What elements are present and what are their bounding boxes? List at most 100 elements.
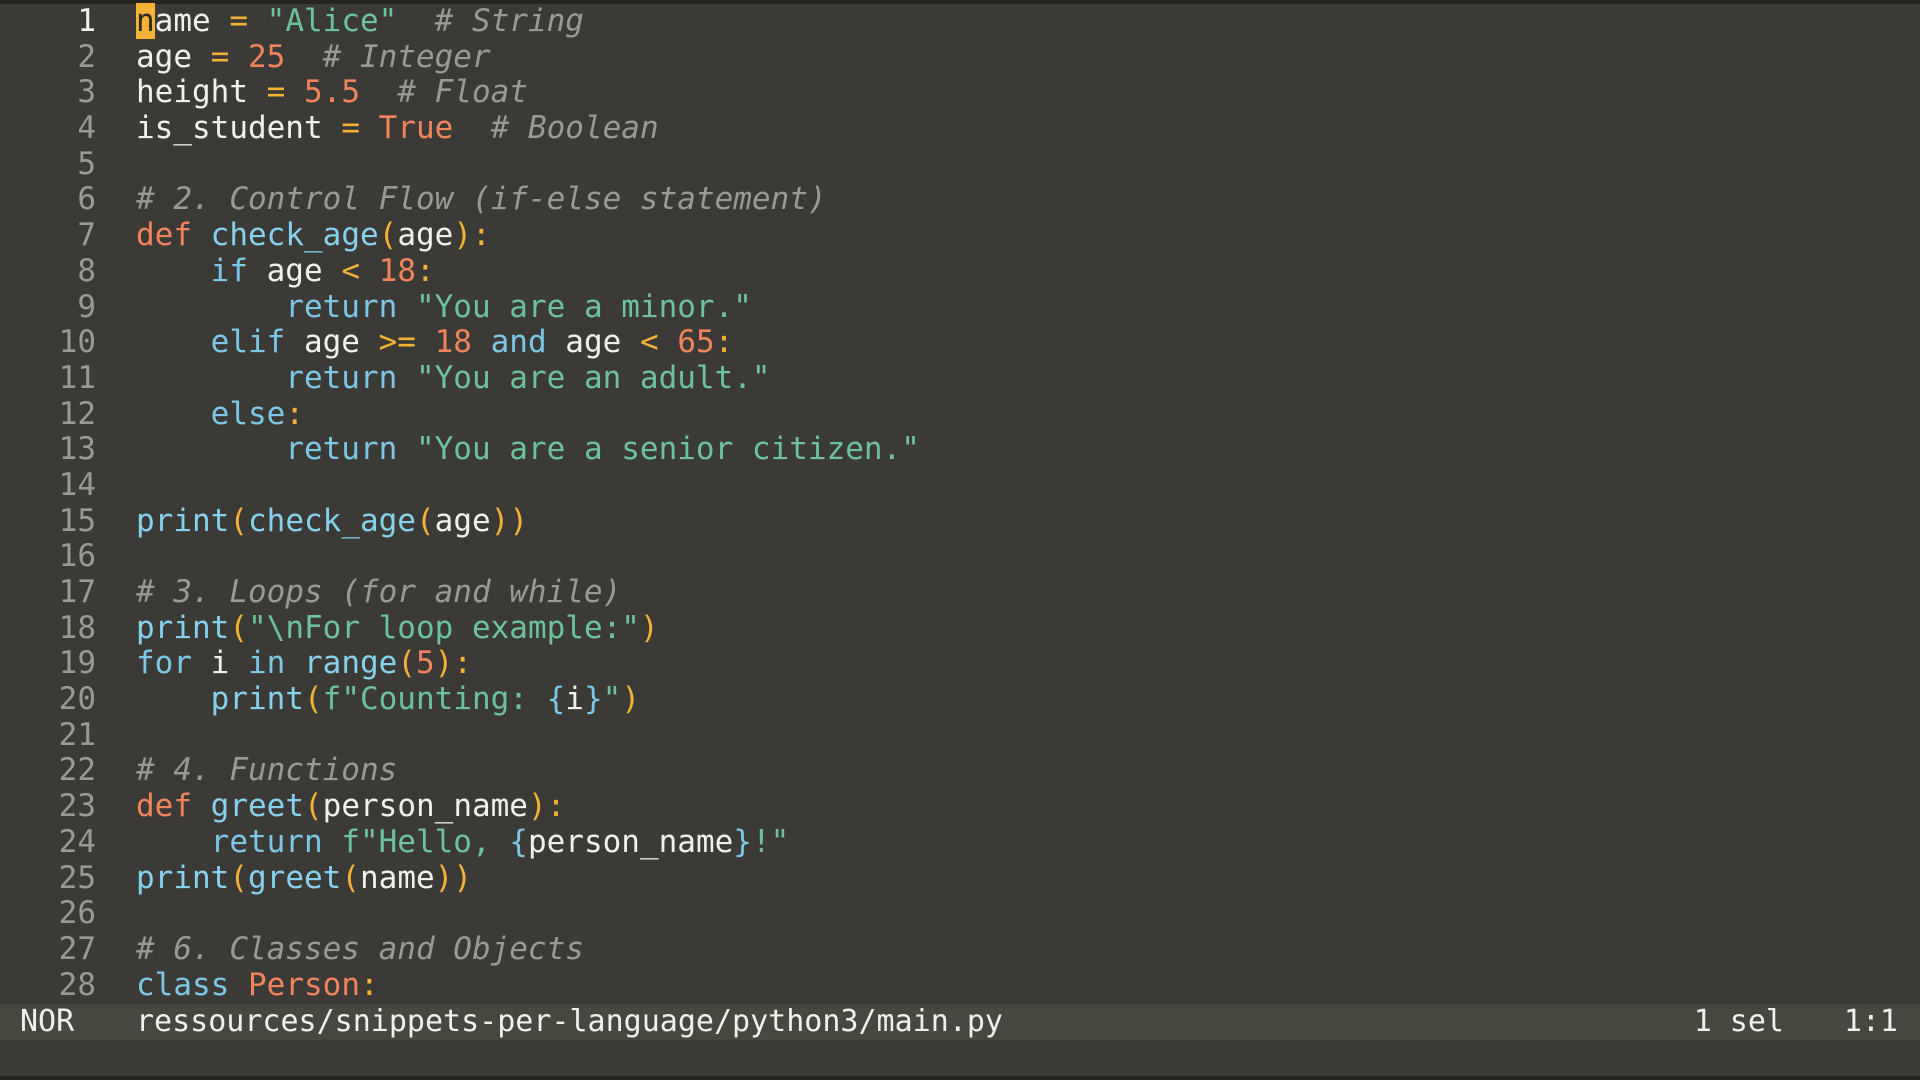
code-token: is_student xyxy=(136,110,342,147)
line-number: 26 xyxy=(58,895,96,932)
code-token: "You are a minor." xyxy=(415,288,752,325)
code-line[interactable]: # 4. Functions xyxy=(136,753,1920,789)
code-token: ( xyxy=(303,681,323,718)
line-number: 5 xyxy=(77,145,96,182)
code-token: def xyxy=(136,217,192,254)
code-token: age xyxy=(434,502,491,539)
line-number: 21 xyxy=(58,716,96,753)
code-token: age xyxy=(285,324,379,361)
code-line[interactable]: elif age >= 18 and age < 65: xyxy=(136,324,1920,361)
code-line[interactable]: def greet(person_name): xyxy=(136,788,1920,825)
code-line[interactable]: name = "Alice" # String xyxy=(136,3,1920,40)
code-line[interactable]: # 6. Classes and Objects xyxy=(136,931,1920,968)
code-token: check_age xyxy=(210,217,379,254)
line-number: 15 xyxy=(58,502,96,539)
code-line[interactable]: return "You are a minor." xyxy=(136,288,1920,326)
line-number: 4 xyxy=(77,110,96,147)
code-token: 18 xyxy=(378,252,416,289)
code-line[interactable]: print(f"Counting: {i}") xyxy=(136,681,1920,718)
code-token: = xyxy=(341,110,360,147)
code-token: f"Hello, xyxy=(341,823,510,860)
code-line[interactable]: class Person: xyxy=(136,966,1920,1004)
code-line[interactable]: return f"Hello, {person_name}!" xyxy=(136,823,1920,861)
code-token: person_name xyxy=(527,823,734,860)
code-line[interactable]: age = 25 # Integer xyxy=(136,39,1920,76)
line-number: 25 xyxy=(58,859,96,896)
code-line[interactable]: print(greet(name)) xyxy=(136,859,1920,897)
code-token: Person xyxy=(248,966,360,1003)
code-line[interactable]: print("\nFor loop example:") xyxy=(136,609,1920,647)
code-area[interactable]: name = "Alice" # String age = 25 # Intege… xyxy=(136,3,1920,1004)
code-line[interactable]: print(check_age(age)) xyxy=(136,502,1920,540)
code-token: age xyxy=(247,252,342,289)
code-token: greet xyxy=(210,788,304,825)
line-number: 11 xyxy=(58,359,96,396)
code-token: ) xyxy=(434,645,454,682)
code-token: = xyxy=(229,3,248,39)
code-token: } xyxy=(583,681,603,718)
code-token: ( xyxy=(378,217,398,254)
code-token: "You are an adult." xyxy=(415,359,771,396)
code-token: name xyxy=(360,859,435,896)
line-number: 7 xyxy=(77,217,96,254)
code-token: ) xyxy=(527,788,547,825)
code-token: ( xyxy=(229,609,248,646)
code-token: : xyxy=(285,395,304,432)
code-line[interactable] xyxy=(136,896,1920,932)
line-number: 8 xyxy=(77,252,96,289)
code-token: and xyxy=(490,324,547,361)
code-token: ( xyxy=(397,645,416,682)
code-token: return xyxy=(210,823,323,860)
code-line[interactable] xyxy=(136,147,1920,183)
code-line[interactable] xyxy=(136,539,1920,575)
status-bar: NOR ressources/snippets-per-language/pyt… xyxy=(0,1004,1920,1040)
code-token: return xyxy=(285,359,398,396)
code-token: 18 xyxy=(434,324,472,361)
code-token: ( xyxy=(304,788,323,825)
code-token: >= xyxy=(378,324,416,361)
code-token: ame xyxy=(154,3,230,39)
code-line[interactable]: return "You are a senior citizen." xyxy=(136,431,1920,468)
code-token: if xyxy=(210,252,248,289)
line-number: 12 xyxy=(58,395,96,432)
code-line[interactable]: # 3. Loops (for and while) xyxy=(136,574,1920,611)
text-cursor: n xyxy=(136,3,155,39)
code-line[interactable] xyxy=(136,718,1920,754)
code-line[interactable] xyxy=(136,468,1920,504)
code-line[interactable]: else: xyxy=(136,395,1920,433)
line-number: 17 xyxy=(58,574,96,610)
code-line[interactable]: height = 5.5 # Float xyxy=(136,75,1920,111)
code-token: )) xyxy=(490,502,528,539)
code-token: " xyxy=(602,681,622,718)
code-token: def xyxy=(136,788,192,825)
code-token: 5 xyxy=(416,645,435,682)
command-line[interactable] xyxy=(0,1040,1920,1076)
code-editor[interactable]: 1 2 3 4 5 6 7 8 9 10 11 12 13 14 15 16 17 18 19 20 21 22 23 24 2… xyxy=(0,0,1920,1080)
code-line[interactable]: # 2. Control Flow (if-else statement) xyxy=(136,182,1920,218)
code-token: : xyxy=(546,788,566,825)
code-line[interactable]: def check_age(age): xyxy=(136,217,1920,254)
code-line[interactable]: if age < 18: xyxy=(136,252,1920,290)
line-number: 14 xyxy=(58,466,96,503)
bottom-border xyxy=(0,1076,1920,1080)
code-line[interactable]: for i in range(5): xyxy=(136,646,1920,682)
line-number: 2 xyxy=(77,38,96,75)
line-number: 19 xyxy=(58,645,96,682)
code-token: { xyxy=(509,823,528,860)
code-line[interactable]: return "You are an adult." xyxy=(136,359,1920,397)
code-line[interactable]: is_student = True # Boolean xyxy=(136,110,1920,147)
